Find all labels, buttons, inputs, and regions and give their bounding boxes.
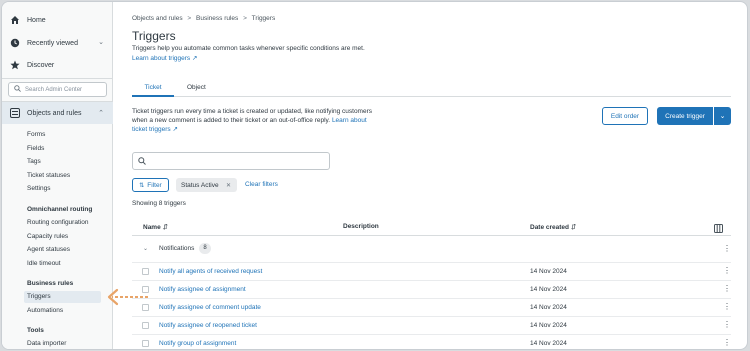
sidebar-item-automations[interactable]: Automations	[27, 305, 63, 317]
ticket-triggers-info: Ticket triggers run every time a ticket …	[132, 108, 372, 133]
sidebar-item-data-importer[interactable]: Data importer	[27, 338, 66, 349]
table-header-divider	[132, 235, 731, 236]
trigger-name-link[interactable]: Notify group of assignment	[159, 340, 236, 347]
admin-search-input[interactable]: Search Admin Center	[8, 82, 107, 97]
sidebar-item-settings[interactable]: Settings	[27, 183, 51, 195]
page-title: Triggers	[132, 29, 176, 43]
omnichannel-heading: Omnichannel routing	[27, 206, 93, 213]
objects-rules-icon	[10, 108, 20, 118]
column-header-description: Description	[343, 223, 379, 230]
table-row: Notify all agents of received request 14…	[132, 262, 731, 280]
sidebar-item-tags[interactable]: Tags	[27, 156, 41, 168]
trigger-date: 14 Nov 2024	[530, 304, 567, 311]
group-row-notifications[interactable]: ⌄ Notifications 8 ⋮	[132, 238, 731, 260]
table-row: Notify group of assignment 14 Nov 2024 ⋮	[132, 334, 731, 349]
sidebar-item-ticket-statuses[interactable]: Ticket statuses	[27, 170, 70, 182]
home-icon	[10, 15, 20, 25]
business-rules-heading: Business rules	[27, 280, 74, 287]
group-count-badge: 8	[199, 243, 211, 254]
row-checkbox[interactable]	[142, 322, 149, 329]
row-checkbox[interactable]	[142, 304, 149, 311]
clock-icon	[10, 38, 20, 48]
sidebar-item-routing-configuration[interactable]: Routing configuration	[27, 217, 88, 229]
more-options-icon[interactable]: ⋮	[723, 303, 731, 311]
sidebar-item-forms[interactable]: Forms	[27, 129, 45, 141]
nav-objects-and-rules[interactable]: Objects and rules ⌃	[2, 102, 113, 124]
breadcrumb-separator: >	[187, 15, 192, 22]
filter-icon: ⇅	[139, 182, 145, 189]
trigger-date: 14 Nov 2024	[530, 268, 567, 275]
nav-discover[interactable]: Discover	[2, 54, 113, 76]
sidebar-divider	[2, 78, 113, 79]
main-content: Objects and rules > Business rules > Tri…	[113, 2, 747, 349]
trigger-name-link[interactable]: Notify assignee of assignment	[159, 286, 246, 293]
trigger-date: 14 Nov 2024	[530, 286, 567, 293]
filter-button[interactable]: ⇅ Filter	[132, 178, 169, 192]
create-trigger-dropdown-button[interactable]: ⌄	[714, 107, 731, 125]
learn-about-triggers-link[interactable]: Learn about triggers ↗	[132, 54, 197, 62]
row-checkbox[interactable]	[142, 286, 149, 293]
row-checkbox[interactable]	[142, 340, 149, 347]
nav-recently-viewed[interactable]: Recently viewed ⌄	[2, 32, 113, 54]
search-icon	[138, 152, 146, 170]
breadcrumb: Objects and rules > Business rules > Tri…	[132, 15, 278, 22]
trigger-name-link[interactable]: Notify all agents of received request	[159, 268, 262, 275]
create-trigger-button[interactable]: Create trigger	[657, 107, 713, 125]
breadcrumb-separator: >	[243, 15, 247, 22]
sidebar-item-fields[interactable]: Fields	[27, 143, 44, 155]
trigger-search-input[interactable]	[132, 152, 330, 170]
results-count: Showing 8 triggers	[132, 200, 186, 207]
column-settings-icon[interactable]	[714, 224, 723, 233]
star-icon	[10, 60, 20, 70]
trigger-date: 14 Nov 2024	[530, 340, 567, 347]
sort-icon: ⇵	[570, 224, 577, 231]
sidebar-item-triggers[interactable]: Triggers	[24, 291, 101, 303]
sidebar-item-agent-statuses[interactable]: Agent statuses	[27, 244, 70, 256]
more-options-icon[interactable]: ⋮	[723, 339, 731, 347]
chevron-down-icon[interactable]: ⌄	[143, 245, 148, 252]
column-header-name[interactable]: Name ⇵	[143, 223, 168, 231]
sidebar: Home Recently viewed ⌄ Discover Search A…	[2, 2, 113, 349]
trigger-name-link[interactable]: Notify assignee of reopened ticket	[159, 322, 257, 329]
page-description: Triggers help you automate common tasks …	[132, 45, 365, 52]
breadcrumb-triggers: Triggers	[251, 15, 276, 22]
more-options-icon[interactable]: ⋮	[723, 245, 731, 253]
table-row: Notify assignee of reopened ticket 14 No…	[132, 316, 731, 334]
sort-icon: ⇵	[162, 224, 168, 231]
column-header-date-created[interactable]: Date created ⇵	[530, 223, 576, 231]
search-icon	[14, 85, 21, 94]
more-options-icon[interactable]: ⋮	[723, 267, 731, 275]
breadcrumb-business-rules[interactable]: Business rules	[196, 15, 238, 22]
clear-filters-link[interactable]: Clear filters	[245, 181, 278, 188]
chevron-up-icon: ⌃	[98, 110, 104, 117]
row-checkbox[interactable]	[142, 268, 149, 275]
external-link-icon: ↗	[192, 55, 198, 62]
chevron-down-icon: ⌄	[98, 39, 104, 46]
table-row: Notify assignee of assignment 14 Nov 202…	[132, 280, 731, 298]
tab-object[interactable]: Object	[187, 84, 206, 97]
table-row: Notify assignee of comment update 14 Nov…	[132, 298, 731, 316]
tab-ticket[interactable]: Ticket	[132, 84, 174, 97]
sidebar-item-capacity-rules[interactable]: Capacity rules	[27, 231, 68, 243]
more-options-icon[interactable]: ⋮	[723, 321, 731, 329]
trigger-name-link[interactable]: Notify assignee of comment update	[159, 304, 261, 311]
close-icon[interactable]: ✕	[226, 182, 231, 189]
tab-bar: Ticket Object	[132, 84, 731, 97]
breadcrumb-objects-and-rules[interactable]: Objects and rules	[132, 15, 183, 22]
tools-heading: Tools	[27, 327, 44, 334]
status-active-filter-pill[interactable]: Status Active ✕	[176, 178, 237, 192]
nav-home[interactable]: Home	[2, 9, 113, 31]
sidebar-item-idle-timeout[interactable]: Idle timeout	[27, 258, 61, 270]
edit-order-button[interactable]: Edit order	[602, 107, 648, 125]
trigger-date: 14 Nov 2024	[530, 322, 567, 329]
admin-window: Home Recently viewed ⌄ Discover Search A…	[1, 1, 748, 350]
more-options-icon[interactable]: ⋮	[723, 285, 731, 293]
chevron-down-icon: ⌄	[719, 113, 726, 120]
